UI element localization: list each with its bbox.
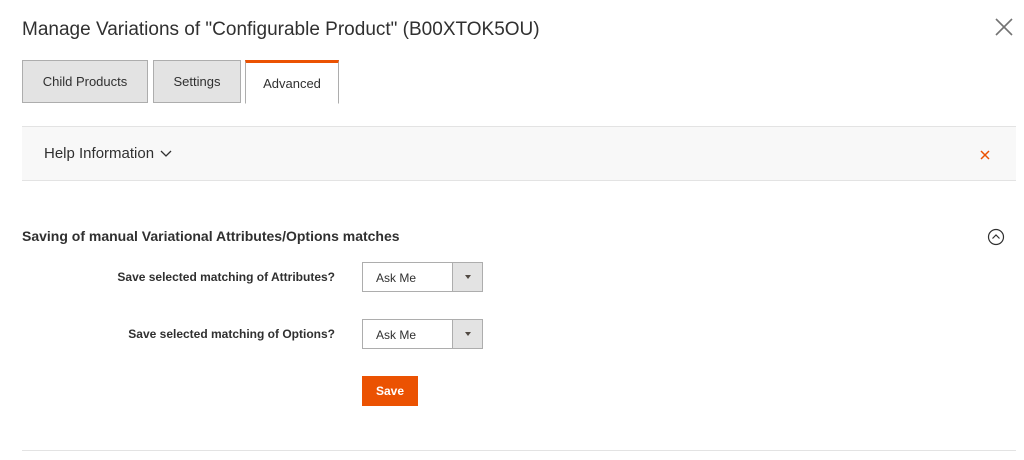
options-matching-select[interactable]: Ask Me <box>362 319 483 349</box>
tab-settings[interactable]: Settings <box>153 60 241 103</box>
help-close-button[interactable] <box>979 148 991 160</box>
attributes-matching-select[interactable]: Ask Me <box>362 262 483 292</box>
caret-down-icon <box>464 275 471 279</box>
section-title: Saving of manual Variational Attributes/… <box>22 228 400 244</box>
caret-down-icon <box>464 332 471 336</box>
help-information-toggle[interactable]: Help Information <box>44 145 172 162</box>
select-arrow[interactable] <box>452 320 482 348</box>
help-information-label: Help Information <box>44 145 155 162</box>
tab-advanced[interactable]: Advanced <box>245 60 339 104</box>
help-information-panel: Help Information <box>22 126 1016 181</box>
tab-label: Advanced <box>263 75 321 91</box>
chevron-down-icon <box>160 145 172 162</box>
tab-label: Settings <box>173 74 221 89</box>
tab-child-products[interactable]: Child Products <box>22 60 148 103</box>
select-value: Ask Me <box>376 271 417 285</box>
save-button[interactable]: Save <box>362 376 418 406</box>
close-icon <box>995 18 1013 36</box>
modal-close-button[interactable] <box>993 16 1015 38</box>
tab-label: Child Products <box>42 74 128 89</box>
chevron-up-circle-icon <box>987 228 1005 246</box>
divider <box>22 450 1016 451</box>
select-value: Ask Me <box>376 328 417 342</box>
section-collapse-button[interactable] <box>987 228 1005 246</box>
attributes-matching-label: Save selected matching of Attributes? <box>117 270 335 284</box>
select-arrow[interactable] <box>452 263 482 291</box>
close-icon <box>980 150 990 160</box>
options-matching-label: Save selected matching of Options? <box>128 327 335 341</box>
modal-title: Manage Variations of "Configurable Produ… <box>22 19 540 40</box>
